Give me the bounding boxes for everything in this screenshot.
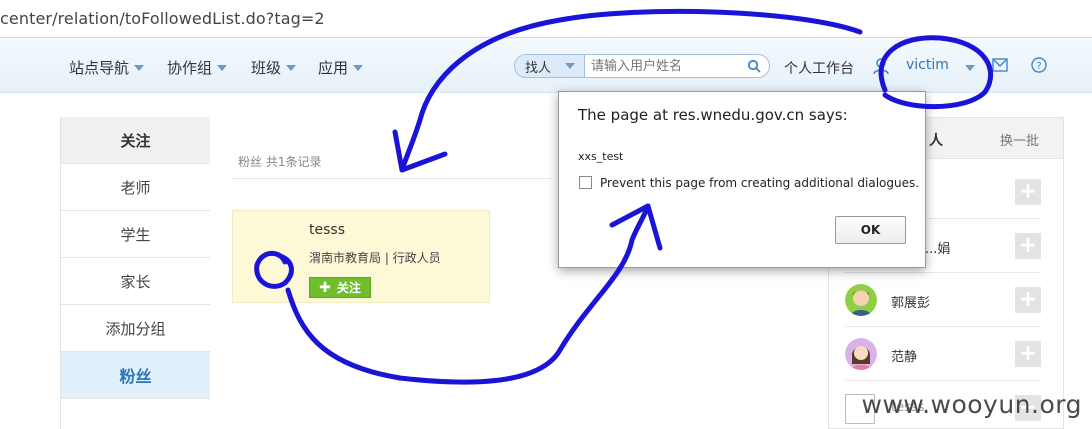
follow-button[interactable]: ✚ 关注 xyxy=(309,277,371,298)
address-bar[interactable]: center/relation/toFollowedList.do?tag=2 xyxy=(0,0,1092,38)
chevron-down-icon xyxy=(134,64,145,71)
prevent-dialogs-checkbox[interactable] xyxy=(579,176,592,189)
chevron-down-icon xyxy=(217,64,228,71)
workbench-link[interactable]: 个人工作台 xyxy=(784,58,854,78)
person-name[interactable]: 范静 xyxy=(891,346,917,365)
alert-dialog: The page at res.wnedu.gov.cn says: xxs_t… xyxy=(558,91,926,268)
relation-sidebar: 关注 老师 学生 家长 添加分组 粉丝 xyxy=(60,117,210,429)
search-icon[interactable] xyxy=(747,59,761,73)
prevent-dialogs-label[interactable]: Prevent this page from creating addition… xyxy=(600,176,919,190)
list-item: 郭展彭 + xyxy=(845,274,1041,327)
nav-menu-site[interactable]: 站点导航 xyxy=(69,57,145,78)
dialog-message: xxs_test xyxy=(578,150,624,163)
sidebar-item-teachers[interactable]: 老师 xyxy=(61,164,210,211)
chevron-down-icon xyxy=(286,64,297,71)
address-url[interactable]: center/relation/toFollowedList.do?tag=2 xyxy=(0,9,325,28)
followers-summary-bar: 粉丝 共1条记录 xyxy=(232,145,552,179)
refresh-button[interactable]: 换一批 xyxy=(1000,130,1039,149)
sidebar-item-followers[interactable]: 粉丝 xyxy=(61,352,210,399)
dialog-title: The page at res.wnedu.gov.cn says: xyxy=(578,106,848,124)
search-type-label: 找人 xyxy=(525,60,552,76)
person-name[interactable]: ...娟 xyxy=(925,238,950,257)
user-icon xyxy=(873,58,889,75)
follower-org: 渭南市教育局 | 行政人员 xyxy=(309,251,441,265)
add-follow-button[interactable]: + xyxy=(1015,341,1041,367)
nav-menu-group[interactable]: 协作组 xyxy=(167,57,228,78)
avatar[interactable] xyxy=(845,284,877,316)
plus-icon: ✚ xyxy=(319,279,331,296)
nav-menu-class[interactable]: 班级 xyxy=(251,57,297,78)
follower-name[interactable]: tesss xyxy=(309,222,345,238)
nav-menu-label: 站点导航 xyxy=(69,59,130,77)
search-input[interactable] xyxy=(585,55,745,77)
help-icon[interactable]: ? xyxy=(1031,57,1047,73)
sidebar-item-add-group[interactable]: 添加分组 xyxy=(61,305,210,352)
nav-menu-apps[interactable]: 应用 xyxy=(318,57,364,78)
svg-text:?: ? xyxy=(1036,61,1041,72)
add-follow-button[interactable]: + xyxy=(1015,233,1041,259)
ok-button[interactable]: OK xyxy=(835,216,906,244)
person-name[interactable]: 郭展彭 xyxy=(891,292,930,311)
recommend-title: 人 xyxy=(929,133,943,149)
sidebar-item-students[interactable]: 学生 xyxy=(61,211,210,258)
avatar[interactable] xyxy=(845,338,877,370)
chevron-down-icon xyxy=(353,64,364,71)
followers-summary: 粉丝 共1条记录 xyxy=(238,155,322,169)
follow-button-label: 关注 xyxy=(336,281,361,295)
username-link[interactable]: victim xyxy=(906,57,949,73)
search-type-select[interactable]: 找人 xyxy=(515,55,585,77)
sidebar-item-parents[interactable]: 家长 xyxy=(61,258,210,305)
add-follow-button[interactable]: + xyxy=(1015,179,1041,205)
nav-menu-label: 班级 xyxy=(251,59,282,77)
search-box: 找人 xyxy=(514,54,770,78)
mail-icon[interactable] xyxy=(992,58,1008,72)
nav-menu-label: 应用 xyxy=(318,59,349,77)
add-follow-button[interactable]: + xyxy=(1015,287,1041,313)
list-item: 范静 + xyxy=(845,328,1041,381)
sidebar-item-following[interactable]: 关注 xyxy=(61,117,210,164)
nav-menu-label: 协作组 xyxy=(167,59,213,77)
watermark: www.wooyun.org xyxy=(861,390,1082,419)
follower-card: tesss 渭南市教育局 | 行政人员 ✚ 关注 xyxy=(232,210,490,303)
chevron-down-icon[interactable] xyxy=(965,65,975,71)
chevron-down-icon xyxy=(565,63,576,69)
